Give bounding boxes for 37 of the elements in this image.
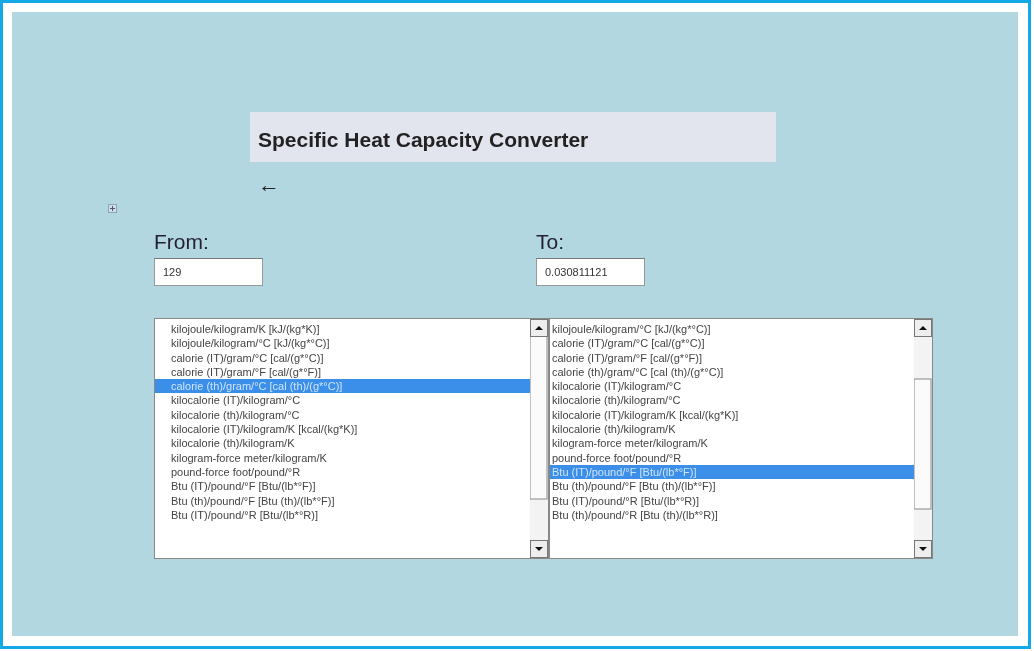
list-item[interactable]: kilogram-force meter/kilogram/K xyxy=(155,450,530,465)
from-label: From: xyxy=(154,231,209,253)
list-item[interactable]: Btu (th)/pound/°F [Btu (th)/(lb*°F)] xyxy=(550,479,914,494)
list-item[interactable]: kilocalorie (IT)/kilogram/°C xyxy=(155,393,530,408)
page-title: Specific Heat Capacity Converter xyxy=(250,112,776,162)
list-item[interactable]: kilocalorie (th)/kilogram/°C xyxy=(155,407,530,423)
list-item[interactable]: Btu (IT)/pound/°F [Btu/(lb*°F)] xyxy=(155,479,530,494)
list-item[interactable]: calorie (IT)/gram/°C [cal/(g*°C)] xyxy=(550,336,914,351)
back-arrow[interactable]: ← xyxy=(258,174,284,196)
list-item[interactable]: kilojoule/kilogram/K [kJ/(kg*K)] xyxy=(155,322,530,337)
expand-icon[interactable] xyxy=(108,204,117,213)
list-item[interactable]: kilocalorie (th)/kilogram/K xyxy=(155,436,530,451)
list-item[interactable]: calorie (IT)/gram/°F [cal/(g*°F)] xyxy=(155,364,530,380)
list-item[interactable]: kilojoule/kilogram/°C [kJ/(kg*°C)] xyxy=(550,322,914,337)
to-unit-list[interactable] xyxy=(549,318,933,559)
list-item[interactable]: Btu (th)/pound/°R [Btu (th)/(lb*°R)] xyxy=(550,507,914,523)
from-value-field[interactable]: 129 xyxy=(154,258,263,286)
list-item[interactable]: calorie (th)/gram/°C [cal (th)/(g*°C)] xyxy=(550,364,914,380)
list-item[interactable]: pound-force foot/pound/°R xyxy=(155,464,530,480)
from-unit-list[interactable] xyxy=(154,318,549,559)
scrollbar-drawing[interactable] xyxy=(530,319,548,558)
list-item[interactable]: Btu (IT)/pound/°R [Btu/(lb*°R)] xyxy=(155,507,530,523)
list-item[interactable]: kilocalorie (th)/kilogram/K xyxy=(550,422,914,437)
list-item[interactable]: kilocalorie (IT)/kilogram/K [kcal/(kg*K)] xyxy=(155,422,530,437)
scrollbar-drawing[interactable] xyxy=(914,319,932,558)
list-item[interactable]: pound-force foot/pound/°R xyxy=(550,450,914,465)
list-item[interactable]: kilojoule/kilogram/°C [kJ/(kg*°C)] xyxy=(155,336,530,351)
list-item[interactable]: kilocalorie (IT)/kilogram/K [kcal/(kg*K)] xyxy=(550,407,914,423)
to-value-field[interactable]: 0.030811121 xyxy=(536,258,645,286)
list-item[interactable]: calorie (IT)/gram/°C [cal/(g*°C)] xyxy=(155,350,530,365)
list-item[interactable]: kilocalorie (IT)/kilogram/°C xyxy=(550,379,914,394)
to-label: To: xyxy=(536,231,564,253)
list-item[interactable]: kilogram-force meter/kilogram/K xyxy=(550,436,914,451)
list-item[interactable]: calorie (IT)/gram/°F [cal/(g*°F)] xyxy=(550,350,914,365)
list-item[interactable]: Btu (th)/pound/°F [Btu (th)/(lb*°F)] xyxy=(155,493,530,508)
list-item[interactable]: Btu (IT)/pound/°R [Btu/(lb*°R)] xyxy=(550,493,914,508)
list-item[interactable]: kilocalorie (th)/kilogram/°C xyxy=(550,393,914,408)
